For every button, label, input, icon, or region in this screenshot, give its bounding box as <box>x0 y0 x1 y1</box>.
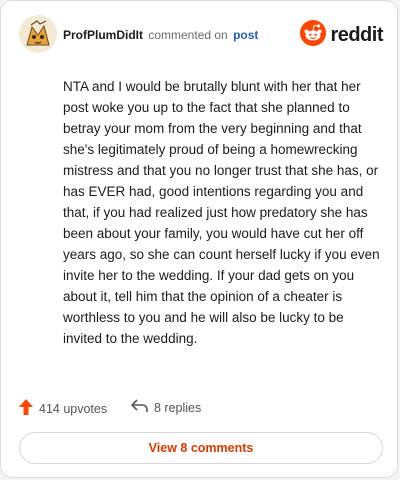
upvotes[interactable]: 414 upvotes <box>19 399 107 418</box>
replies[interactable]: 8 replies <box>130 399 202 416</box>
replies-count: 8 replies <box>154 400 202 415</box>
upvotes-count: 414 upvotes <box>39 401 108 416</box>
avatar[interactable] <box>19 15 57 53</box>
comment-header: ProfPlumDidIt commented on post reddit <box>19 15 383 55</box>
username-link[interactable]: ProfPlumDidIt <box>63 28 143 42</box>
reddit-logo-icon <box>300 20 327 51</box>
reply-arrow-icon[interactable] <box>130 399 148 416</box>
comment-card: ProfPlumDidIt commented on post reddit N… <box>0 0 398 478</box>
commented-on-text: commented on <box>148 28 228 42</box>
view-comments-button[interactable]: View 8 comments <box>19 432 383 464</box>
reddit-wordmark: reddit <box>330 24 383 46</box>
comment-footer: 414 upvotes 8 replies <box>19 397 383 419</box>
upvote-arrow-icon[interactable] <box>19 399 33 418</box>
comment-body: NTA and I would be brutally blunt with h… <box>63 79 380 346</box>
reddit-brand[interactable]: reddit <box>300 20 383 51</box>
comment-meta: ProfPlumDidIt commented on post <box>63 28 258 42</box>
post-link[interactable]: post <box>233 28 258 42</box>
